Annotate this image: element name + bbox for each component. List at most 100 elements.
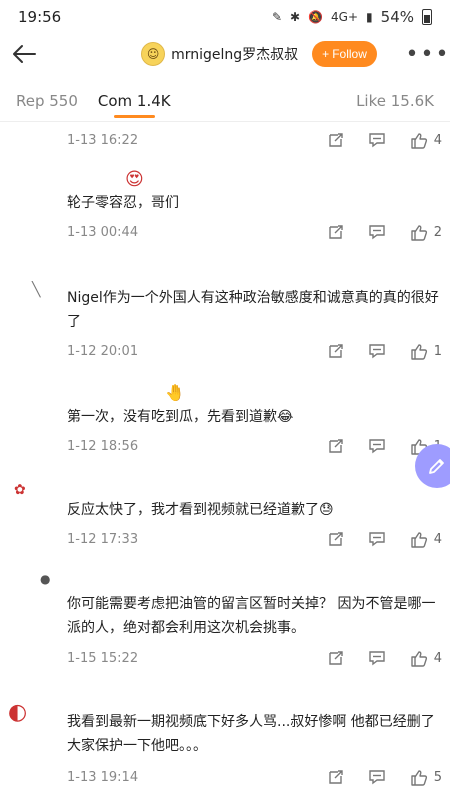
status-icons: ✎ ✱ 🔕 4G+ ▮ 54%	[272, 8, 432, 26]
comment-date: 1-12 17:33	[67, 531, 139, 547]
username[interactable]: mrnigelng罗杰叔叔	[171, 44, 298, 64]
comment-meta: 1-12 20:01 1	[67, 340, 442, 362]
comment-item: ● 你可能需要考虑把油管的留言区暂时关掉？ 因为不管是哪一派的人，绝对都会利用这…	[0, 570, 450, 675]
comment-icon	[369, 651, 385, 666]
avatar-fragment: ◐	[8, 700, 28, 725]
comment-item: ╲ Nigel作为一个外国人有这种政治敏感度和诚意真的真的很好了 1-12 20…	[0, 270, 450, 370]
comment-item: 😍 轮子零容忍，哥们 1-13 00:44 2	[0, 165, 450, 255]
mute-icon: 🔕	[308, 10, 324, 24]
comment-date: 1-13 19:14	[67, 769, 139, 785]
repost-button[interactable]	[328, 132, 344, 148]
comment-meta: 1-12 18:56 1	[67, 435, 442, 457]
comment-icon	[369, 532, 385, 547]
comment-text: 你可能需要考虑把油管的留言区暂时关掉？ 因为不管是哪一派的人，绝对都会利用这次机…	[67, 596, 436, 636]
back-button[interactable]	[0, 34, 48, 74]
thumbs-up-icon	[411, 343, 427, 360]
status-time: 19:56	[18, 8, 62, 26]
like-button[interactable]: 4	[410, 531, 442, 548]
network-type: 4G+	[331, 10, 359, 24]
like-button[interactable]: 1	[410, 343, 442, 360]
like-button[interactable]: 5	[410, 769, 442, 786]
repost-button[interactable]	[328, 224, 344, 240]
comment-item: ✿ 反应太快了，我才看到视频就已经道歉了😓 1-12 17:33 4	[0, 480, 450, 555]
repost-button[interactable]	[328, 650, 344, 666]
comment-icon	[369, 344, 385, 359]
thumbs-up-icon	[411, 531, 427, 548]
tab-likes[interactable]: Like 15.6K	[356, 92, 434, 116]
thumbs-up-icon	[411, 132, 427, 149]
comment-meta: 1-13 00:44 2	[67, 221, 442, 243]
comment-icon	[369, 770, 385, 785]
repost-button[interactable]	[328, 438, 344, 454]
repost-icon	[329, 225, 343, 239]
like-button[interactable]: 4	[410, 650, 442, 667]
plus-icon: +	[322, 47, 330, 61]
pen-icon: ✎	[271, 10, 283, 24]
follow-button[interactable]: + Follow	[312, 41, 377, 67]
tab-bar: Rep 550 Com 1.4K Like 15.6K	[0, 86, 450, 122]
avatar[interactable]: ☺	[141, 42, 166, 66]
avatar-fragment: ✿	[14, 482, 26, 498]
emoji-sticker: 🤚	[165, 383, 185, 402]
comment-button[interactable]	[368, 650, 386, 666]
like-count: 1	[433, 343, 442, 359]
comment-button[interactable]	[368, 769, 386, 785]
comment-button[interactable]	[368, 343, 386, 359]
repost-icon	[329, 770, 343, 784]
repost-icon	[329, 651, 343, 665]
pencil-icon	[429, 459, 444, 474]
comment-button[interactable]	[368, 224, 386, 240]
repost-button[interactable]	[328, 531, 344, 547]
thumbs-up-icon	[411, 224, 427, 241]
like-button[interactable]: 4	[410, 132, 442, 149]
tab-reposts[interactable]: Rep 550	[16, 92, 78, 116]
battery-icon	[422, 9, 432, 25]
comment-icon	[369, 225, 385, 240]
comment-date: 1-13 16:22	[67, 132, 139, 148]
comment-date: 1-15 15:22	[67, 650, 139, 666]
author-info[interactable]: ☺ mrnigelng罗杰叔叔 + Follow	[126, 41, 392, 67]
comment-meta: 1-13 16:22 4	[67, 129, 442, 151]
comment-item: ◐ 我看到最新一期视频底下好多人骂...叔好惨啊 他都已经删了 大家保护一下他吧…	[0, 690, 450, 795]
repost-button[interactable]	[328, 769, 344, 785]
like-count: 2	[433, 224, 442, 240]
comment-button[interactable]	[368, 438, 386, 454]
tab-comments[interactable]: Com 1.4K	[98, 92, 171, 118]
comment-date: 1-12 20:01	[67, 343, 139, 359]
comment-text: 我看到最新一期视频底下好多人骂...叔好惨啊 他都已经删了 大家保护一下他吧。。…	[67, 714, 435, 754]
more-icon: •••	[405, 41, 450, 67]
repost-icon	[329, 133, 343, 147]
top-nav: ☺ mrnigelng罗杰叔叔 + Follow •••	[0, 34, 450, 74]
more-button[interactable]: •••	[406, 34, 450, 74]
bluetooth-icon: ✱	[290, 10, 301, 24]
avatar-fragment: ●	[40, 572, 51, 586]
comment-item: 🤚 第一次，没有吃到瓜，先看到道歉😂 1-12 18:56 1	[0, 383, 450, 463]
like-count: 4	[433, 531, 442, 547]
thumbs-up-icon	[411, 650, 427, 667]
comment-date: 1-12 18:56	[67, 438, 139, 454]
comment-button[interactable]	[368, 132, 386, 148]
battery-percentage: 54%	[380, 8, 414, 26]
repost-icon	[329, 439, 343, 453]
avatar-fragment: ╲	[32, 282, 41, 298]
thumbs-up-icon	[411, 769, 427, 786]
like-button[interactable]: 2	[410, 224, 442, 241]
repost-icon	[329, 532, 343, 546]
like-count: 4	[433, 650, 442, 666]
comment-button[interactable]	[368, 531, 386, 547]
follow-label: Follow	[332, 47, 367, 61]
comment-icon	[369, 133, 385, 148]
comment-meta: 1-15 15:22 4	[67, 647, 442, 669]
comment-icon	[369, 439, 385, 454]
repost-button[interactable]	[328, 343, 344, 359]
comment-text: 轮子零容忍，哥们	[67, 195, 179, 211]
comment-meta: 1-13 19:14 5	[67, 766, 442, 788]
comment-text: 反应太快了，我才看到视频就已经道歉了😓	[67, 502, 334, 518]
like-count: 5	[433, 769, 442, 785]
comment-item: 1-13 16:22 4	[0, 128, 450, 152]
status-bar: 19:56 ✎ ✱ 🔕 4G+ ▮ 54%	[0, 0, 450, 34]
signal-icon: ▮	[366, 10, 373, 24]
like-count: 4	[433, 132, 442, 148]
comment-text: Nigel作为一个外国人有这种政治敏感度和诚意真的真的很好了	[67, 290, 439, 330]
emoji-sticker: 😍	[125, 169, 144, 190]
